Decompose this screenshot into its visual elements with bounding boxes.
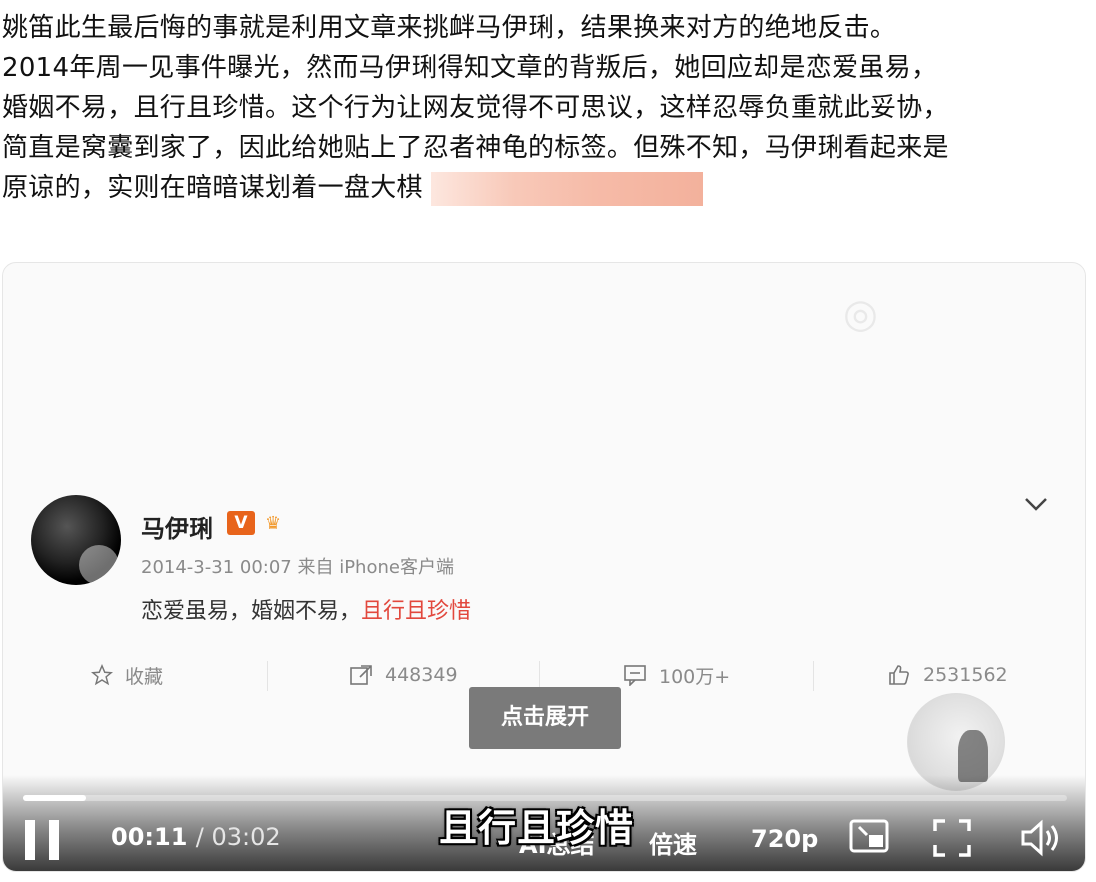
- current-time: 00:11: [111, 823, 188, 851]
- like-action[interactable]: 2531562: [887, 655, 1008, 695]
- total-time: / 03:02: [195, 823, 281, 851]
- repost-action[interactable]: 448349: [349, 655, 458, 695]
- repost-count: 448349: [385, 664, 458, 686]
- article-line: 原谅的，实则在暗暗谋划着一盘大棋: [2, 168, 1092, 208]
- vip-crown-icon: ♛: [265, 513, 282, 534]
- article-line-text: 原谅的，实则在暗暗谋划着一盘大棋: [2, 173, 423, 203]
- pip-icon[interactable]: [849, 819, 893, 863]
- chevron-down-icon[interactable]: [1023, 489, 1049, 519]
- volume-icon[interactable]: [1019, 819, 1063, 863]
- progress-fill: [23, 795, 86, 801]
- expand-button[interactable]: 点击展开: [469, 687, 621, 749]
- post-content-text: 恋爱虽易，婚姻不易，: [141, 599, 362, 624]
- like-count: 2531562: [923, 664, 1008, 686]
- redacted-block: [430, 171, 703, 206]
- post-content-highlight: 且行且珍惜: [361, 599, 472, 624]
- repost-icon: [350, 665, 372, 685]
- avatar: [31, 495, 121, 585]
- star-icon: [91, 664, 113, 686]
- fullscreen-icon[interactable]: [933, 819, 977, 863]
- quality-button[interactable]: 720p: [751, 825, 818, 853]
- comment-count: 100万+: [659, 665, 731, 688]
- time-display: 00:11 / 03:02: [111, 823, 281, 851]
- article-line: 2014年周一见事件曝光，然而马伊琍得知文章的背叛后，她回应却是恋爱虽易，: [2, 53, 938, 83]
- post-meta: 2014-3-31 00:07 来自 iPhone客户端: [141, 557, 454, 578]
- comment-action[interactable]: 100万+: [623, 655, 730, 695]
- article-line: 婚姻不易，且行且珍惜。这个行为让网友觉得不可思议，这样忍辱负重就此妥协，: [2, 93, 949, 123]
- pause-icon[interactable]: [25, 820, 63, 860]
- divider: [267, 661, 268, 691]
- favorite-action[interactable]: 收藏: [91, 655, 163, 695]
- video-player[interactable]: ◎ 马伊琍 V ♛ 2014-3-31 00:07 来自 iPhone客户端 恋…: [2, 262, 1086, 872]
- verified-badge: V: [227, 511, 255, 535]
- comment-icon: [624, 665, 646, 686]
- article-line: 姚笛此生最后悔的事就是利用文章来挑衅马伊琍，结果换来对方的绝地反击。: [2, 13, 897, 43]
- article-line: 简直是窝囊到家了，因此给她贴上了忍者神龟的标签。但殊不知，马伊琍看起来是: [2, 133, 949, 163]
- article-text: 姚笛此生最后悔的事就是利用文章来挑衅马伊琍，结果换来对方的绝地反击。 2014年…: [2, 8, 1092, 208]
- video-subtitle: 且行且珍惜: [439, 806, 635, 850]
- divider: [813, 661, 814, 691]
- speed-button[interactable]: 倍速: [649, 825, 697, 860]
- favorite-label: 收藏: [125, 665, 164, 688]
- post-content: 恋爱虽易，婚姻不易，且行且珍惜: [141, 593, 471, 625]
- post-username: 马伊琍: [141, 515, 213, 543]
- thumbs-up-icon: [889, 665, 909, 685]
